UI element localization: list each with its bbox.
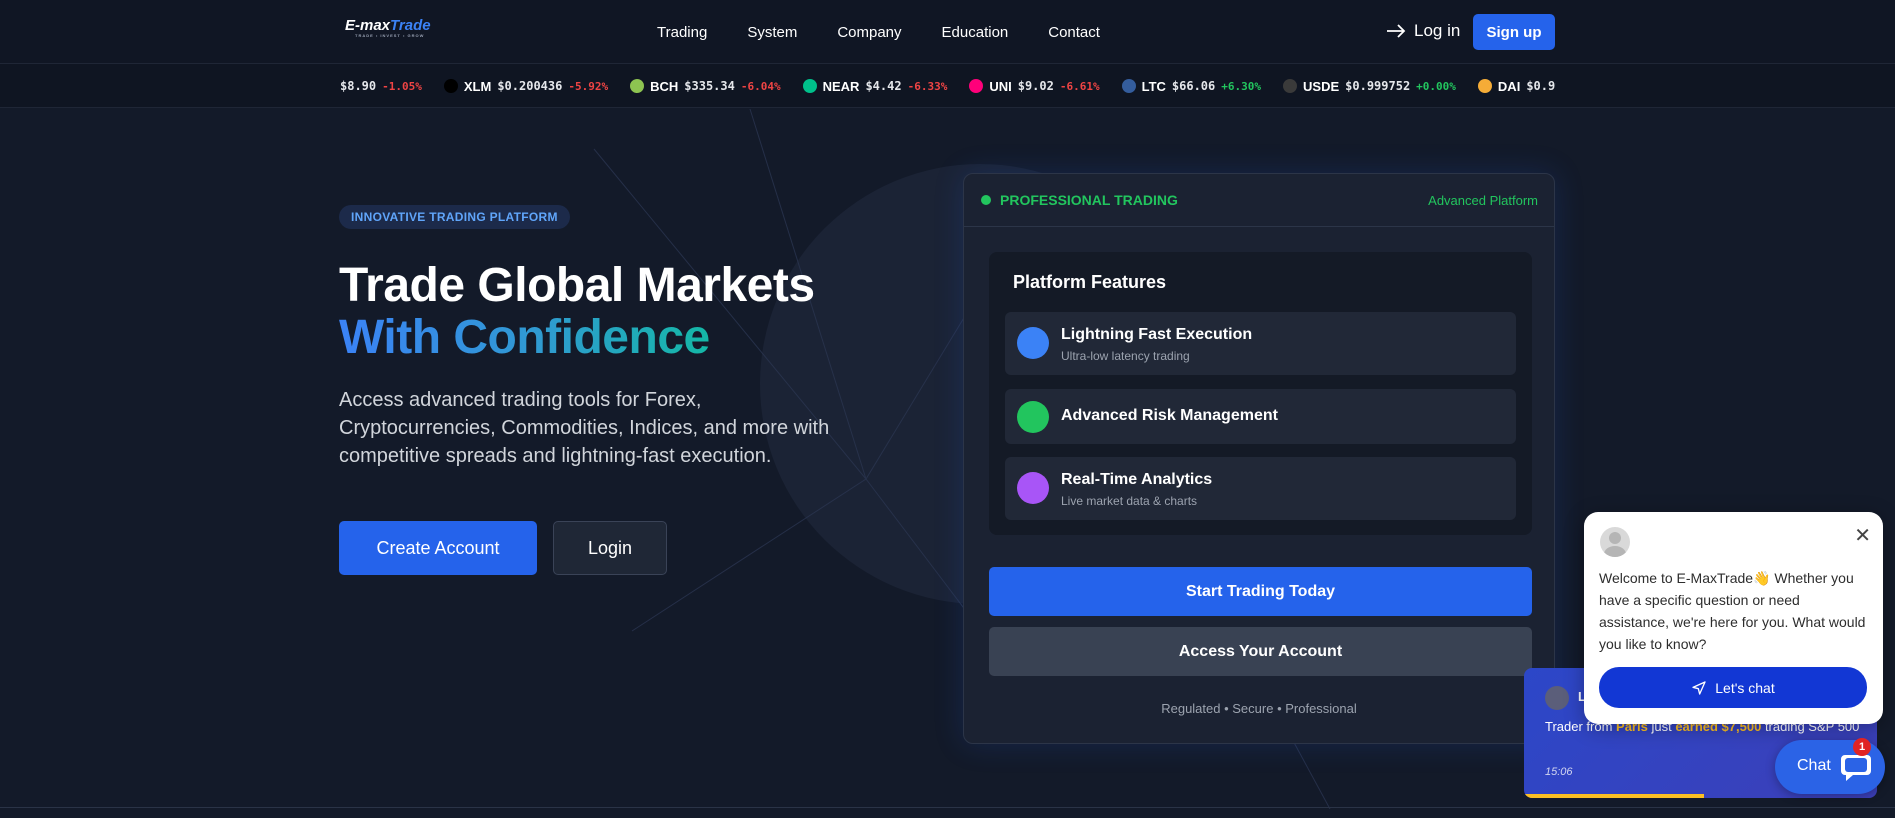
feature-subtitle: Live market data & charts <box>1061 494 1198 508</box>
signup-button[interactable]: Sign up <box>1473 14 1555 50</box>
nav-company[interactable]: Company <box>837 24 901 41</box>
status-dot-icon <box>981 195 991 205</box>
feature-dot-icon <box>1017 327 1049 359</box>
top-navbar: E-maxTrade TRADE • INVEST • GROW Trading… <box>0 0 1895 64</box>
ticker-symbol: LTC <box>1141 78 1166 94</box>
features-panel: Platform Features Lightning Fast Executi… <box>989 252 1532 535</box>
hero-description: Access advanced trading tools for Forex,… <box>339 389 830 467</box>
start-trading-button[interactable]: Start Trading Today <box>989 567 1532 616</box>
notification-progress-bar <box>1524 794 1704 798</box>
coin-icon <box>1477 79 1492 93</box>
ticker-price: $0.999 <box>1526 79 1556 93</box>
hero-title-line2: With Confidence <box>339 311 710 364</box>
lets-chat-label: Let's chat <box>1715 679 1775 696</box>
price-ticker: $8.90 -1.05% XLM $0.200436 -5.92% BCH $335.34-… <box>0 64 1895 108</box>
nav-education[interactable]: Education <box>942 24 1009 41</box>
main-menu: Trading System Company Education Contact <box>657 24 1140 41</box>
ticker-change: -6.61% <box>1059 79 1100 93</box>
ticker-track: $8.90 -1.05% XLM $0.200436 -5.92% BCH $335.34-… <box>340 64 1556 108</box>
coin-icon <box>969 79 984 93</box>
agent-avatar <box>1600 527 1630 557</box>
coin-icon <box>443 79 458 93</box>
card-title: PROFESSIONAL TRADING <box>1000 192 1178 208</box>
ticker-price: $4.42 <box>865 79 902 93</box>
card-footer-text: Regulated • Secure • Professional <box>1161 701 1357 716</box>
ticker-price: $0.999752 <box>1345 79 1411 93</box>
ticker-item: USDE $0.999752 +0.00% <box>1283 79 1456 94</box>
lets-chat-button[interactable]: Let's chat <box>1599 667 1867 708</box>
ticker-item: BCH $335.34 -6.04% <box>630 79 781 94</box>
ticker-change: +6.30% <box>1221 79 1262 93</box>
ticker-symbol: NEAR <box>822 78 860 94</box>
nav-contact[interactable]: Contact <box>1048 24 1100 41</box>
ticker-change: +0.00% <box>1416 79 1456 93</box>
login-arrow-icon <box>1387 24 1406 38</box>
card-header: PROFESSIONAL TRADING Advanced Platform <box>964 174 1554 227</box>
brand-logo[interactable]: E-maxTrade TRADE • INVEST • GROW <box>345 17 433 43</box>
login-link[interactable]: Log in <box>1386 21 1460 41</box>
logo-tagline: TRADE • INVEST • GROW <box>355 33 425 38</box>
unread-badge: 1 <box>1853 738 1871 756</box>
ticker-change: -5.92% <box>568 79 609 93</box>
ticker-symbol: USDE <box>1303 78 1340 94</box>
login-button[interactable]: Login <box>553 521 667 575</box>
ticker-price: $0.200436 <box>497 79 563 93</box>
ticker-item: $8.90 -1.05% <box>340 79 422 93</box>
ticker-change: -1.05% <box>382 79 422 93</box>
close-icon[interactable]: ✕ <box>1854 526 1871 546</box>
feature-dot-icon <box>1017 472 1049 504</box>
feature-item-execution: Lightning Fast Execution Ultra-low laten… <box>1005 312 1516 375</box>
access-account-button[interactable]: Access Your Account <box>989 627 1532 676</box>
login-label: Log in <box>1414 21 1461 40</box>
ticker-price: $66.06 <box>1171 79 1216 93</box>
ticker-price: $8.90 <box>340 79 377 93</box>
feature-dot-icon <box>1017 401 1049 433</box>
ticker-item: LTC $66.06 +6.30% <box>1121 78 1262 94</box>
nav-system[interactable]: System <box>747 24 797 41</box>
coin-icon <box>802 79 817 93</box>
ticker-price: $335.34 <box>684 79 735 93</box>
platform-card: PROFESSIONAL TRADING Advanced Platform P… <box>963 173 1555 744</box>
ticker-change: -6.33% <box>907 79 948 93</box>
coin-icon <box>1283 79 1298 93</box>
chat-bubble-icon <box>1841 755 1871 781</box>
chat-welcome-message: Welcome to E-MaxTrade👋 Whether you have … <box>1599 570 1866 652</box>
ticker-change: -6.04% <box>740 79 781 93</box>
chat-welcome-popup: ✕ Welcome to E-MaxTrade👋 Whether you hav… <box>1584 512 1883 724</box>
nav-trading[interactable]: Trading <box>657 24 707 41</box>
ticker-item: NEAR $4.42 -6.33% <box>802 78 948 94</box>
feature-title: Advanced Risk Management <box>1061 407 1278 424</box>
notification-time: 15:06 <box>1545 766 1573 778</box>
feature-item-risk: Advanced Risk Management <box>1005 389 1516 444</box>
feature-title: Real-Time Analytics <box>1061 471 1213 488</box>
ticker-symbol: DAI <box>1497 78 1521 94</box>
ticker-item: UNI $9.02 -6.61% <box>969 78 1100 94</box>
avatar <box>1545 686 1569 710</box>
card-header-label: Advanced Platform <box>1428 193 1538 208</box>
ticker-symbol: BCH <box>650 78 679 94</box>
feature-title: Lightning Fast Execution <box>1061 326 1253 343</box>
coin-icon <box>630 79 645 93</box>
chat-launcher-label: Chat <box>1797 757 1831 774</box>
hero-badge: INNOVATIVE TRADING PLATFORM <box>339 205 570 229</box>
ticker-price: $9.02 <box>1017 79 1054 93</box>
coin-icon <box>1121 79 1136 93</box>
ticker-symbol: UNI <box>989 78 1012 94</box>
ticker-symbol: XLM <box>463 78 492 94</box>
hero-title-line1: Trade Global Markets <box>339 259 815 312</box>
feature-subtitle: Ultra-low latency trading <box>1061 349 1190 363</box>
features-title: Platform Features <box>1013 272 1167 292</box>
create-account-button[interactable]: Create Account <box>339 521 537 575</box>
send-icon <box>1692 680 1706 695</box>
feature-item-analytics: Real-Time Analytics Live market data & c… <box>1005 457 1516 520</box>
ticker-item: DAI $0.999 <box>1477 78 1556 94</box>
ticker-item: XLM $0.200436 -5.92% <box>443 78 609 94</box>
section-divider <box>0 807 1895 808</box>
